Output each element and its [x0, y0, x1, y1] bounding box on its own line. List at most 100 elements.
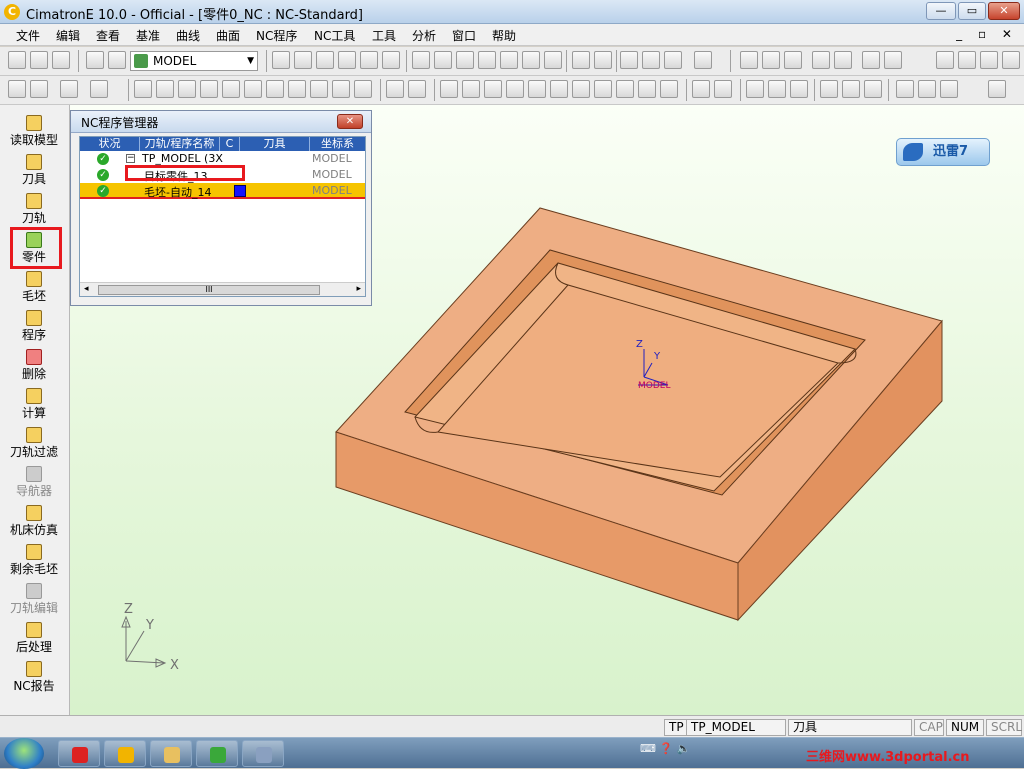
measure-icon[interactable] — [862, 51, 880, 69]
network-icon[interactable] — [638, 80, 656, 98]
filter-edge-icon[interactable] — [222, 80, 240, 98]
start-button[interactable] — [4, 738, 44, 769]
sidebar-item-delete[interactable]: 删除 — [0, 349, 68, 387]
taskbar-cimatron[interactable] — [104, 740, 146, 767]
collapse-icon[interactable]: − — [126, 154, 135, 163]
zoom-box-icon[interactable] — [316, 51, 334, 69]
color-icon[interactable] — [784, 51, 802, 69]
menu-curve[interactable]: 曲线 — [176, 27, 200, 44]
rotate-icon[interactable] — [382, 51, 400, 69]
sidebar-item-tool[interactable]: 刀具 — [0, 154, 68, 192]
machine-icon[interactable] — [980, 51, 998, 69]
list-icon[interactable] — [506, 80, 524, 98]
pick-icon[interactable] — [386, 80, 404, 98]
filter-all-icon[interactable] — [310, 80, 328, 98]
curve-icon[interactable] — [746, 80, 764, 98]
doc-icon[interactable] — [440, 80, 458, 98]
filter-curve-icon[interactable] — [156, 80, 174, 98]
sidebar-item-load-model[interactable]: 读取模型 — [0, 115, 68, 153]
save-icon[interactable] — [52, 51, 70, 69]
tree-row-selected[interactable]: ✓ 毛坯-自动_14 MODEL — [80, 183, 365, 199]
sidebar-item-procedure[interactable]: 程序 — [0, 310, 68, 348]
wireframe-icon[interactable] — [642, 51, 660, 69]
draw-icon[interactable] — [714, 80, 732, 98]
menu-analysis[interactable]: 分析 — [412, 27, 436, 44]
sidebar-item-stock[interactable]: 毛坯 — [0, 271, 68, 309]
structure-icon[interactable] — [660, 80, 678, 98]
tool-holder-icon[interactable] — [616, 80, 634, 98]
composite-icon[interactable] — [790, 80, 808, 98]
nc-setup-icon[interactable] — [1002, 51, 1020, 69]
node-icon[interactable] — [820, 80, 838, 98]
holder-icon[interactable] — [958, 51, 976, 69]
tool-icon[interactable] — [936, 51, 954, 69]
view-top-icon[interactable] — [456, 51, 474, 69]
filter-body-icon[interactable] — [200, 80, 218, 98]
zoom-window-icon[interactable] — [294, 51, 312, 69]
axis-icon[interactable] — [842, 80, 860, 98]
filter-active-icon[interactable] — [332, 80, 350, 98]
view-right-icon[interactable] — [478, 51, 496, 69]
taskbar-app[interactable] — [58, 740, 100, 767]
nc-program-tree[interactable]: 状况 刀轨/程序名称 C 刀具 坐标系 ✓ − TP_MODEL (3X MOD… — [79, 136, 366, 297]
grid-icon[interactable] — [484, 80, 502, 98]
print-icon[interactable] — [86, 51, 104, 69]
menu-nc-tools[interactable]: NC工具 — [314, 27, 355, 44]
nc-horizontal-scrollbar[interactable]: ◂ III ▸ — [80, 282, 365, 296]
display-mode-icon[interactable] — [694, 51, 712, 69]
sidebar-item-execute[interactable]: 计算 — [0, 388, 68, 426]
xunlei-badge[interactable]: 迅雷7 — [896, 138, 990, 166]
view-front-icon[interactable] — [434, 51, 452, 69]
spline-icon[interactable] — [768, 80, 786, 98]
menu-window[interactable]: 窗口 — [452, 27, 476, 44]
system-tray[interactable]: ⌨ ❓ 🔈 — [640, 742, 690, 755]
filter-swap-icon[interactable] — [354, 80, 372, 98]
sidebar-item-toolpath-filter[interactable]: 刀轨过滤 — [0, 427, 68, 465]
bulb-icon[interactable] — [762, 51, 780, 69]
menu-file[interactable]: 文件 — [16, 27, 40, 44]
menu-help[interactable]: 帮助 — [492, 27, 516, 44]
menu-datum[interactable]: 基准 — [136, 27, 160, 44]
sidebar-item-post-process[interactable]: 后处理 — [0, 622, 68, 660]
new-file-icon[interactable] — [8, 51, 26, 69]
line-icon[interactable] — [896, 80, 914, 98]
shaded-icon[interactable] — [620, 51, 638, 69]
select-box-icon[interactable] — [60, 80, 78, 98]
scroll-thumb[interactable]: III — [98, 285, 320, 295]
arc-icon[interactable] — [918, 80, 936, 98]
scroll-right-icon[interactable]: ▸ — [356, 284, 361, 294]
transform-icon[interactable] — [988, 80, 1006, 98]
menu-tools[interactable]: 工具 — [372, 27, 396, 44]
arrow-right-icon[interactable] — [834, 51, 852, 69]
target-icon[interactable] — [940, 80, 958, 98]
view-back-icon[interactable] — [522, 51, 540, 69]
maximize-button[interactable]: ▭ — [958, 2, 986, 20]
filter-point-icon[interactable] — [134, 80, 152, 98]
camera-icon[interactable] — [594, 51, 612, 69]
nc-panel-close-button[interactable]: ✕ — [337, 114, 363, 129]
menu-view[interactable]: 查看 — [96, 27, 120, 44]
sketch-icon[interactable] — [692, 80, 710, 98]
sidebar-item-nc-report[interactable]: NC报告 — [0, 661, 68, 699]
arrow-left-icon[interactable] — [812, 51, 830, 69]
view-left-icon[interactable] — [500, 51, 518, 69]
col-coord[interactable]: 坐标系 — [310, 137, 365, 151]
scroll-left-icon[interactable]: ◂ — [84, 284, 89, 294]
filter-set-icon[interactable] — [288, 80, 306, 98]
pan-icon[interactable] — [360, 51, 378, 69]
view-bottom-icon[interactable] — [544, 51, 562, 69]
taskbar-browser[interactable] — [196, 740, 238, 767]
view-settings-icon[interactable] — [572, 51, 590, 69]
comment-icon[interactable] — [528, 80, 546, 98]
select-arrow-icon[interactable] — [90, 80, 108, 98]
close-button[interactable]: ✕ — [988, 2, 1020, 20]
view-iso-icon[interactable] — [412, 51, 430, 69]
minimize-button[interactable]: — — [926, 2, 956, 20]
tree-icon[interactable] — [594, 80, 612, 98]
open-file-icon[interactable] — [30, 51, 48, 69]
col-status[interactable]: 状况 — [80, 137, 140, 151]
table-icon[interactable] — [462, 80, 480, 98]
hidden-line-icon[interactable] — [664, 51, 682, 69]
zoom-icon[interactable] — [338, 51, 356, 69]
col-name[interactable]: 刀轨/程序名称 — [140, 137, 220, 151]
